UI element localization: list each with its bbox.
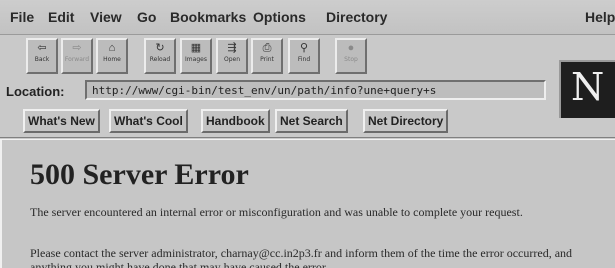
logo-letter: N xyxy=(571,65,605,109)
menu-help[interactable]: Help xyxy=(585,9,615,25)
find-button[interactable]: ⚲ Find xyxy=(288,38,320,74)
reload-button[interactable]: ↻ Reload xyxy=(144,38,176,74)
reload-icon: ↻ xyxy=(155,42,165,54)
contact-message: Please contact the server administrator,… xyxy=(30,246,573,268)
find-button-label: Find xyxy=(297,56,311,63)
menu-go[interactable]: Go xyxy=(137,9,156,25)
back-arrow-icon: ⇦ xyxy=(37,42,47,54)
open-icon: ⇶ xyxy=(227,42,237,54)
menu-file[interactable]: File xyxy=(10,9,34,25)
printer-icon: ⎙ xyxy=(262,42,272,54)
print-button[interactable]: ⎙ Print xyxy=(251,38,283,74)
net-directory-button[interactable]: Net Directory xyxy=(363,109,449,133)
menu-bookmarks[interactable]: Bookmarks xyxy=(170,9,246,25)
stop-icon: ● xyxy=(347,42,355,54)
forward-arrow-icon: ⇨ xyxy=(72,42,82,54)
home-button[interactable]: ⌂ Home xyxy=(96,38,128,74)
menu-bar: File Edit View Go Bookmarks Options Dire… xyxy=(0,0,615,35)
open-button-label: Open xyxy=(223,56,241,63)
back-button-label: Back xyxy=(34,56,50,63)
forward-button[interactable]: ⇨ Forward xyxy=(61,38,93,74)
error-message: The server encountered an internal error… xyxy=(30,205,523,219)
home-icon: ⌂ xyxy=(108,42,116,54)
location-input[interactable] xyxy=(85,80,546,100)
whats-new-button[interactable]: What's New xyxy=(23,109,100,133)
stop-button[interactable]: ● Stop xyxy=(335,38,367,74)
whats-cool-button[interactable]: What's Cool xyxy=(109,109,188,133)
images-button[interactable]: ▦ Images xyxy=(180,38,212,74)
back-button[interactable]: ⇦ Back xyxy=(26,38,58,74)
menu-edit[interactable]: Edit xyxy=(48,9,74,25)
handbook-button[interactable]: Handbook xyxy=(201,109,270,133)
menu-view[interactable]: View xyxy=(90,9,122,25)
netscape-logo[interactable]: N xyxy=(559,60,615,118)
forward-button-label: Forward xyxy=(64,56,90,63)
open-button[interactable]: ⇶ Open xyxy=(216,38,248,74)
net-search-button[interactable]: Net Search xyxy=(275,109,348,133)
images-icon: ▦ xyxy=(190,42,202,54)
toolbar: ⇦ Back ⇨ Forward ⌂ Home ↻ Reload ▦ Image… xyxy=(0,35,560,75)
reload-button-label: Reload xyxy=(149,56,171,63)
home-button-label: Home xyxy=(103,56,121,63)
page-title: 500 Server Error xyxy=(30,158,249,191)
stop-button-label: Stop xyxy=(344,56,358,63)
menu-directory[interactable]: Directory xyxy=(326,9,387,25)
binoculars-icon: ⚲ xyxy=(299,42,309,54)
print-button-label: Print xyxy=(260,56,274,63)
menu-options[interactable]: Options xyxy=(253,9,306,25)
images-button-label: Images xyxy=(185,56,207,63)
page-content: 500 Server Error The server encountered … xyxy=(0,140,615,268)
location-label: Location: xyxy=(6,84,65,99)
